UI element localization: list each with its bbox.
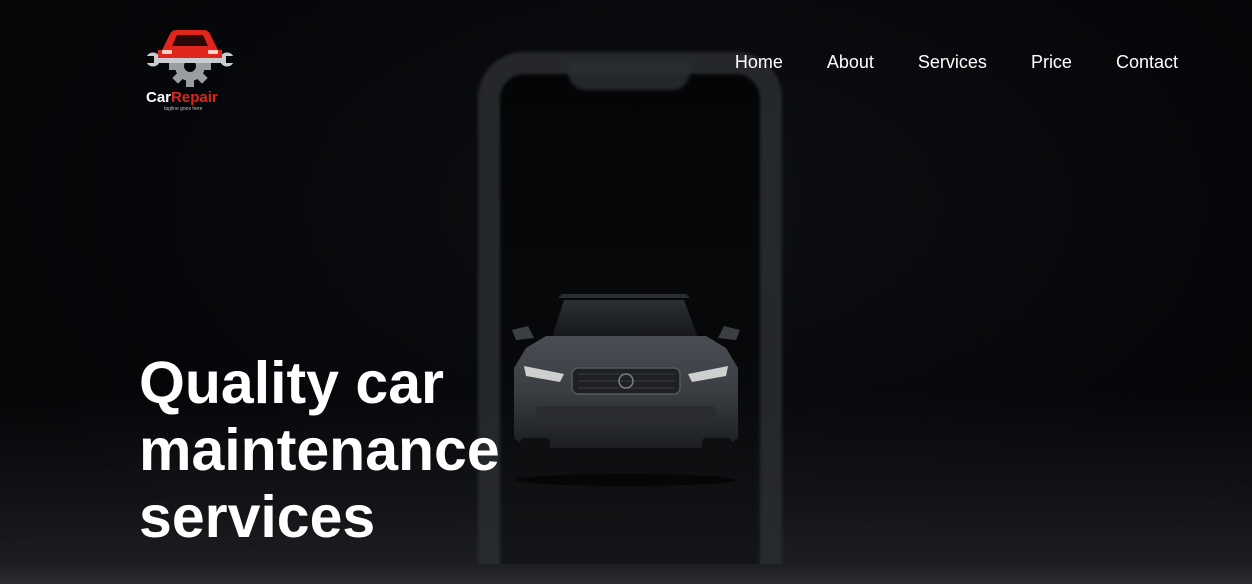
hero-section: CarRepair tagline goes here Home About S… (0, 0, 1252, 584)
nav-services[interactable]: Services (918, 52, 987, 73)
hero-title-line2: maintenance (139, 417, 500, 483)
nav-about[interactable]: About (827, 52, 874, 73)
main-nav: Home About Services Price Contact (735, 52, 1178, 73)
hero-title-line3: services (139, 484, 376, 550)
brand-name-part2: Repair (171, 89, 218, 106)
brand-name: CarRepair (146, 89, 218, 106)
hero-title: Quality car maintenance services (139, 350, 559, 551)
floor-strip (0, 564, 1252, 584)
brand-name-part1: Car (146, 89, 172, 106)
nav-contact[interactable]: Contact (1116, 52, 1178, 73)
hero-title-line1: Quality car (139, 350, 444, 416)
phone-notch (568, 60, 690, 90)
brand-tagline: tagline goes here (164, 106, 203, 112)
nav-price[interactable]: Price (1031, 52, 1072, 73)
nav-home[interactable]: Home (735, 52, 783, 73)
